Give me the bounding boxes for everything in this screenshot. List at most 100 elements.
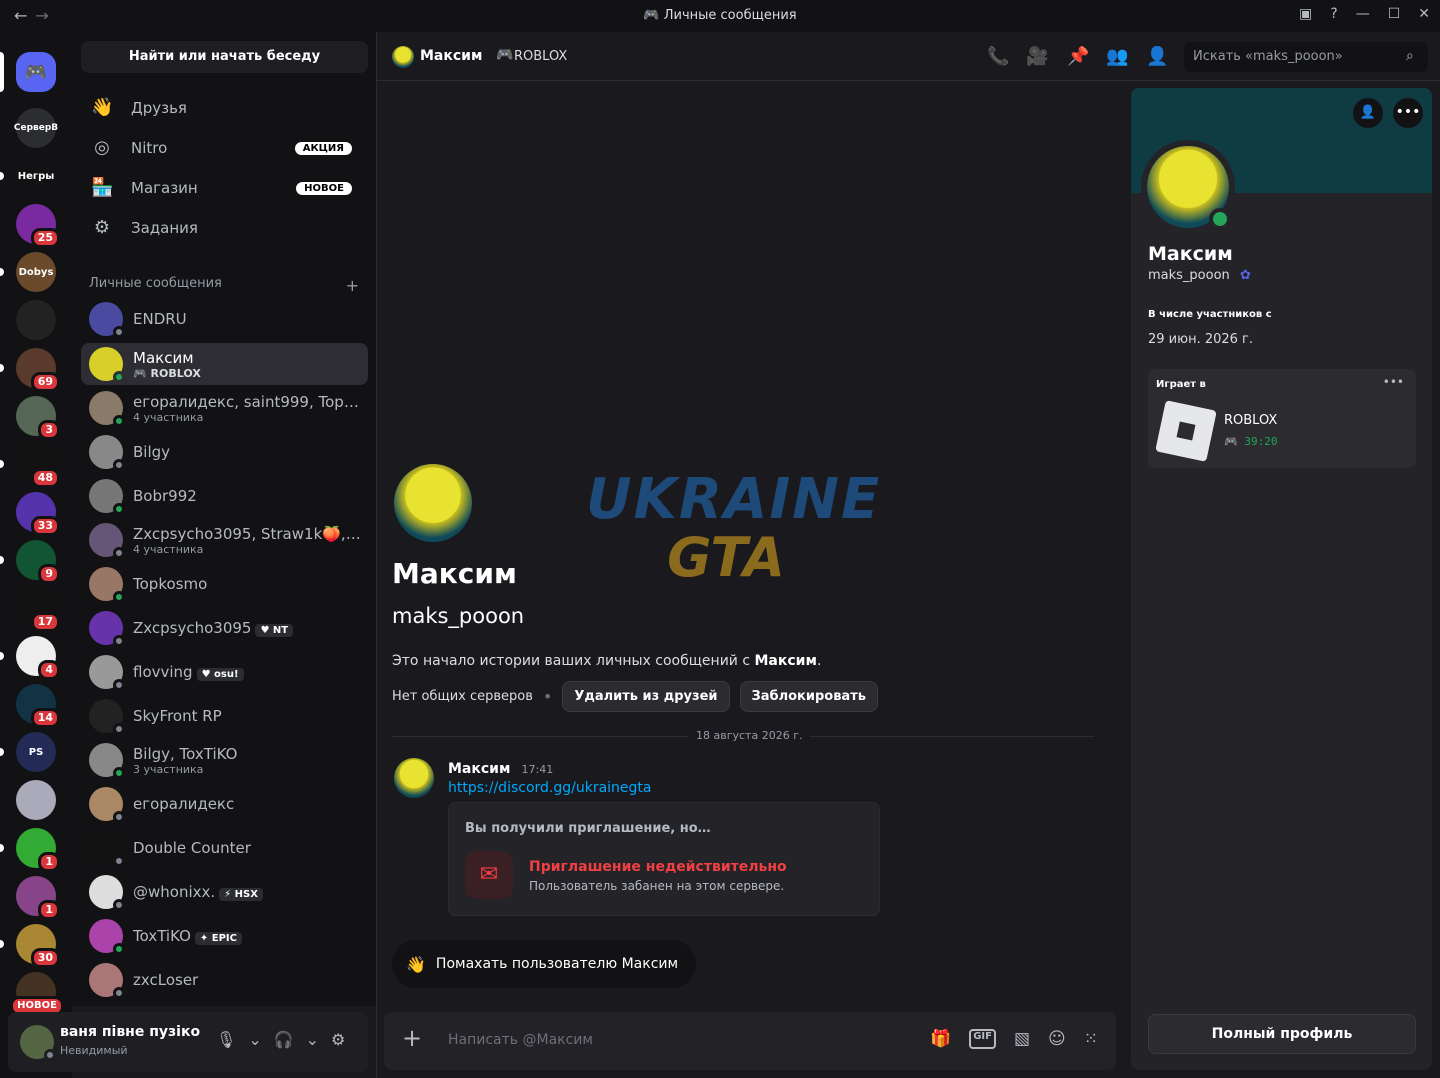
dm-item[interactable]: Максим 🎮 ROBLOX: [81, 343, 368, 385]
intro-text-suffix: .: [816, 653, 822, 669]
full-profile-button[interactable]: Полный профиль: [1148, 1014, 1416, 1054]
server-icon[interactable]: [16, 780, 56, 820]
dm-item[interactable]: Zxcpsycho3095, Straw1k🍑, Ka… 4 участника: [81, 519, 368, 561]
mention-badge: 14: [30, 708, 60, 728]
server-icon[interactable]: НОВОЕ: [10, 972, 64, 1016]
server-icon[interactable]: 69: [16, 348, 60, 392]
dm-name: Максим: [133, 348, 194, 367]
server-icon[interactable]: 🎮: [16, 52, 56, 92]
server-label: СерверВ: [13, 123, 59, 133]
server-icon[interactable]: 1: [16, 876, 60, 920]
dm-item[interactable]: SkyFront RP: [81, 695, 368, 737]
pin-icon[interactable]: 📌: [1067, 46, 1089, 67]
gift-icon[interactable]: 🎁: [930, 1029, 951, 1049]
profile-username: maks_pooon: [1148, 268, 1230, 283]
mention-badge: 4: [38, 660, 60, 680]
dm-subtitle: 4 участника: [133, 542, 204, 556]
dm-item[interactable]: zxcLoser: [81, 959, 368, 1001]
search-icon[interactable]: ⌕: [1406, 48, 1414, 64]
server-icon[interactable]: PS: [16, 732, 56, 772]
server-icon[interactable]: 3: [16, 396, 60, 440]
server-icon[interactable]: 9: [16, 540, 60, 584]
nav-item[interactable]: ⚙ Задания: [81, 209, 368, 247]
server-icon[interactable]: 14: [16, 684, 60, 728]
nitro-icon: ◎: [94, 137, 110, 158]
nav-item[interactable]: ◎ Nitro АКЦИЯ: [81, 129, 368, 167]
chevron-down-icon[interactable]: ⌄: [306, 1030, 319, 1049]
more-options-icon[interactable]: •••: [1393, 98, 1423, 128]
avatar[interactable]: [394, 758, 434, 798]
dm-item[interactable]: Topkosmo: [81, 563, 368, 605]
dm-item[interactable]: ToxTiKO ✦ EPIC: [81, 915, 368, 957]
voice-call-icon[interactable]: 📞: [987, 46, 1009, 67]
dm-item[interactable]: Bilgy, ToxTiKO 3 участника: [81, 739, 368, 781]
maximize-icon[interactable]: ☐: [1388, 6, 1401, 22]
apps-icon[interactable]: ⁙: [1084, 1029, 1098, 1049]
dm-item[interactable]: @whonixx. ⚡ HSX: [81, 871, 368, 913]
dm-section-title: Личные сообщения: [89, 276, 222, 291]
minimize-icon[interactable]: —: [1356, 6, 1370, 22]
status-indicator: [113, 811, 125, 823]
wave-button[interactable]: 👋 Помахать пользователю Максим: [392, 940, 697, 988]
attach-plus-icon[interactable]: +: [402, 1026, 422, 1050]
server-icon[interactable]: 33: [16, 492, 60, 536]
dm-item[interactable]: егоралидекс: [81, 783, 368, 825]
help-icon[interactable]: ?: [1330, 6, 1337, 22]
avatar: [89, 523, 125, 559]
server-icon[interactable]: [16, 300, 56, 340]
server-icon[interactable]: 17: [16, 588, 60, 632]
microphone-icon[interactable]: 🎙: [216, 1030, 236, 1049]
nav-item[interactable]: 👋 Друзья: [81, 89, 368, 127]
dm-name: Bilgy, ToxTiKO: [133, 744, 238, 763]
dm-item[interactable]: ENDRU: [81, 298, 368, 340]
dm-item[interactable]: flovving ♥ osu!: [81, 651, 368, 693]
message-input[interactable]: Написать @Максим: [448, 1032, 593, 1048]
dm-item[interactable]: Bobr992: [81, 475, 368, 517]
dm-item[interactable]: егоралидекс, saint999, Topkos… 4 участник…: [81, 387, 368, 429]
add-friend-icon[interactable]: 👤: [1353, 98, 1383, 128]
message-author[interactable]: Максим: [448, 761, 510, 777]
chevron-down-icon[interactable]: ⌄: [248, 1030, 261, 1049]
add-friends-to-dm-icon[interactable]: 👥: [1106, 46, 1128, 67]
playing-label: Играет в: [1156, 379, 1206, 390]
user-profile-icon[interactable]: 👤: [1146, 46, 1168, 67]
avatar[interactable]: [20, 1025, 56, 1061]
avatar: [89, 611, 125, 647]
game-time: 39:20: [1244, 435, 1278, 448]
dm-item[interactable]: Double Counter: [81, 827, 368, 869]
dm-item[interactable]: Zxcpsycho3095 ♥ NT: [81, 607, 368, 649]
emoji-icon[interactable]: ☺: [1048, 1029, 1066, 1049]
close-icon[interactable]: ✕: [1418, 6, 1430, 22]
unread-pill: [0, 460, 4, 468]
server-icon[interactable]: 4: [16, 636, 60, 680]
settings-gear-icon[interactable]: ⚙: [331, 1030, 345, 1049]
inbox-icon[interactable]: ▣: [1299, 6, 1312, 22]
avatar: [89, 655, 125, 691]
server-icon[interactable]: 30: [16, 924, 60, 968]
search-input[interactable]: Искать «maks_pooon»: [1184, 42, 1428, 72]
server-icon[interactable]: СерверВ: [13, 108, 59, 148]
message-link[interactable]: https://discord.gg/ukrainegta: [448, 780, 652, 796]
remove-friend-button[interactable]: Удалить из друзей: [562, 681, 730, 712]
headphones-icon[interactable]: 🎧: [274, 1030, 294, 1049]
server-label: PS: [28, 746, 44, 758]
unread-pill: [0, 940, 4, 948]
watermark: UKRAINE GTA: [586, 470, 879, 586]
sticker-icon[interactable]: ▧: [1014, 1029, 1030, 1049]
nav-item[interactable]: 🏪 Магазин НОВОЕ: [81, 169, 368, 207]
block-button[interactable]: Заблокировать: [739, 681, 878, 712]
activity-more-icon[interactable]: •••: [1383, 375, 1404, 389]
dm-item[interactable]: Bilgy: [81, 431, 368, 473]
server-icon[interactable]: 48: [16, 444, 60, 488]
video-call-icon[interactable]: 🎥: [1026, 46, 1048, 67]
server-icon[interactable]: 1: [16, 828, 60, 872]
nitro-badge-icon[interactable]: ✿: [1240, 268, 1251, 283]
status-indicator: [113, 459, 125, 471]
server-icon[interactable]: Негры: [16, 156, 56, 196]
find-conversation-button[interactable]: Найти или начать беседу: [81, 41, 368, 73]
create-dm-icon[interactable]: +: [346, 276, 359, 295]
gif-icon[interactable]: GIF: [969, 1029, 996, 1049]
server-icon[interactable]: Dobys: [16, 252, 56, 292]
server-icon[interactable]: 25: [16, 204, 60, 248]
intro-text-prefix: Это начало истории ваших личных сообщени…: [392, 653, 755, 669]
